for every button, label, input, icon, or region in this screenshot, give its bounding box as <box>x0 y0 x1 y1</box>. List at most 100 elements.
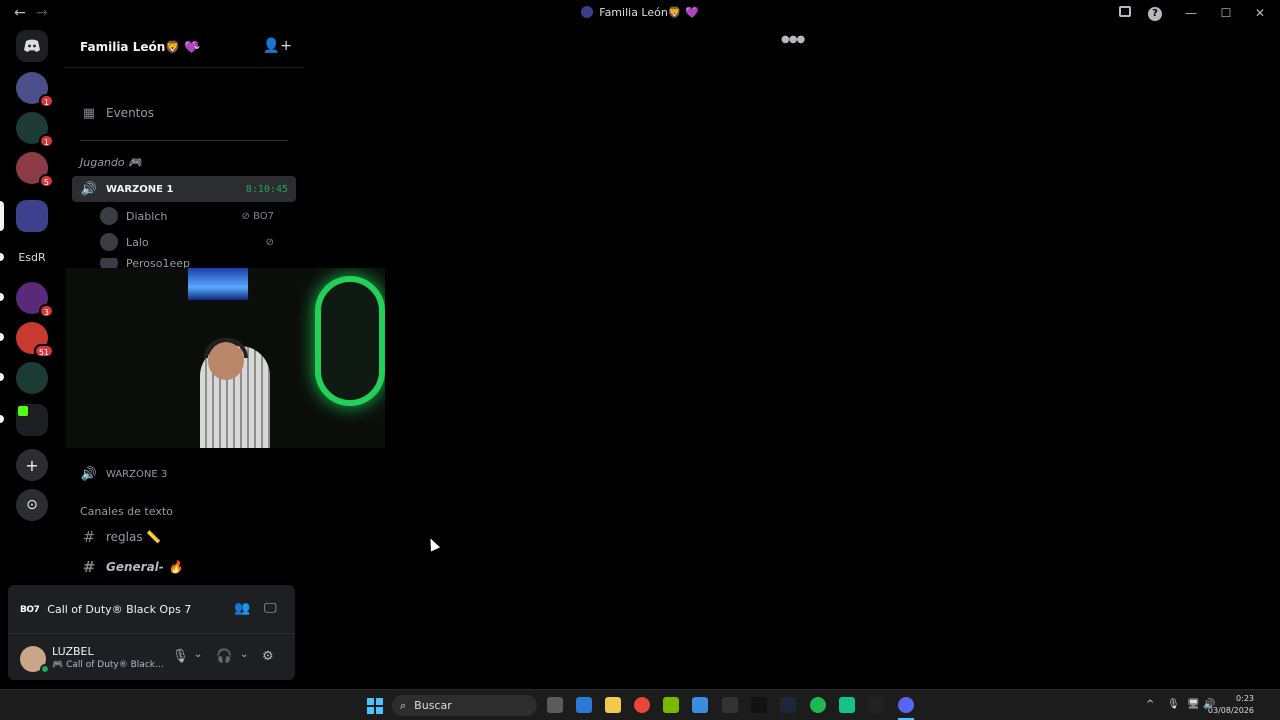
voice-timer: 8:10:45 <box>245 183 288 195</box>
discord-taskbar-icon[interactable] <box>898 697 914 713</box>
stream-green-light <box>315 276 385 406</box>
minimize-button[interactable]: — <box>1170 6 1212 20</box>
help-icon[interactable]: ? <box>1140 5 1170 21</box>
invite-to-game-icon[interactable]: 👥 <box>234 601 250 616</box>
channel-name: reglas 📏 <box>106 530 162 544</box>
app-icon[interactable] <box>722 697 738 713</box>
user-status: 🎮 Call of Duty® Black… <box>52 660 164 670</box>
close-button[interactable]: ✕ <box>1240 6 1280 20</box>
muted-icon: ⊘ <box>265 236 274 248</box>
server-icon-6[interactable] <box>16 362 48 394</box>
chrome-icon[interactable] <box>634 697 650 713</box>
voice-channel-warzone-1[interactable]: 🔊 WARZONE 1 8:10:45 <box>72 176 296 202</box>
loading-dots: ●●● <box>781 34 805 45</box>
game-logo: BO7 <box>20 604 40 615</box>
microphone-tray-icon[interactable]: 🎙 <box>1167 699 1180 710</box>
voice-member[interactable]: Diablch ⊘ BO7 <box>100 204 288 228</box>
channel-name: General- 🔥 <box>106 560 183 574</box>
user-row: LUZBEL 🎮 Call of Duty® Black… 🎙 ⌄ 🎧 ⌄ ⚙ <box>8 633 295 679</box>
server-icon-3[interactable]: 5 <box>16 152 54 188</box>
gear-icon[interactable]: ⚙ <box>262 649 274 664</box>
member-name: Lalo <box>126 235 149 249</box>
voice-channel-name: WARZONE 1 <box>106 183 174 195</box>
server-icon-5[interactable]: 51 <box>16 322 54 358</box>
unread-indicator <box>0 373 4 381</box>
member-name: Peroso1eep <box>126 258 190 268</box>
divider <box>80 140 288 141</box>
voice-channel-warzone-3[interactable]: 🔊 WARZONE 3 <box>72 461 296 487</box>
speaker-icon: 🔊 <box>80 466 98 482</box>
window-title-area: Familia León🦁 💜 <box>0 6 1280 19</box>
voice-member[interactable]: Lalo ⊘ <box>100 230 288 254</box>
server-esdr[interactable]: EsdR <box>16 241 48 273</box>
voice-member[interactable]: Peroso1eep <box>100 258 288 268</box>
activity-game-name: Call of Duty® Black Ops 7 <box>47 603 192 616</box>
chevron-down-icon[interactable]: ⌄ <box>240 649 248 660</box>
tiktok-icon[interactable] <box>751 697 767 713</box>
muted-icon: ⊘ BO7 <box>241 210 274 222</box>
server-name: Familia León🦁 💜 <box>80 40 200 54</box>
microphone-icon[interactable]: 🎙 <box>172 649 189 664</box>
chevron-down-icon: ⌄ <box>192 38 203 52</box>
search-icon: ⌕ <box>400 698 407 712</box>
headphones-icon[interactable]: 🎧 <box>216 649 232 664</box>
file-explorer-icon[interactable] <box>605 697 621 713</box>
events-item[interactable]: ▦ Eventos <box>72 100 296 126</box>
clock-time: 0:23 <box>1236 694 1254 703</box>
server-icon <box>581 6 594 18</box>
avatar <box>100 207 118 225</box>
unread-indicator <box>0 415 4 423</box>
text-channel-reglas[interactable]: # reglas 📏 <box>72 524 296 550</box>
maximize-button[interactable]: ☐ <box>1212 6 1240 20</box>
nvidia-icon[interactable] <box>663 697 679 713</box>
stream-preview[interactable] <box>66 268 385 448</box>
invite-people-icon[interactable]: 👤+ <box>263 38 292 54</box>
text-channel-general[interactable]: # General- 🔥 <box>72 554 296 580</box>
member-name: Diablch <box>126 209 168 223</box>
discord-home-button[interactable] <box>16 30 48 62</box>
server-icon-1[interactable]: 1 <box>16 72 54 108</box>
hash-icon: # <box>82 558 96 576</box>
app-icon[interactable] <box>839 697 855 713</box>
server-icon-games[interactable]: 3 <box>16 282 54 318</box>
calendar-icon: ▦ <box>82 105 96 121</box>
server-familia-leon[interactable] <box>16 200 48 232</box>
explore-icon[interactable]: ⊙ <box>16 489 48 521</box>
search-placeholder: Buscar <box>414 699 452 712</box>
network-icon[interactable]: 🖥 <box>1187 699 1200 710</box>
task-view-icon[interactable] <box>547 697 563 713</box>
folder-icon[interactable] <box>16 404 48 436</box>
add-server-icon[interactable]: + <box>16 449 48 481</box>
unread-indicator <box>0 253 4 261</box>
windows-start-icon[interactable] <box>367 698 383 714</box>
hash-icon: # <box>82 528 96 546</box>
clock-date: 03/08/2026 <box>1207 706 1254 715</box>
category-text-channels[interactable]: Canales de texto <box>80 505 173 518</box>
category-playing[interactable]: Jugando 🎮 <box>80 156 142 169</box>
server-header[interactable]: Familia León🦁 💜 ⌄ 👤+ <box>64 26 304 68</box>
mouse-cursor-icon <box>425 536 441 552</box>
store-icon[interactable] <box>576 697 592 713</box>
username[interactable]: LUZBEL <box>52 645 94 658</box>
stream-screen-icon[interactable]: 🖵 <box>264 601 277 616</box>
clock[interactable]: 0:23 03/08/2026 <box>1208 693 1254 717</box>
unread-indicator <box>0 293 4 301</box>
app-icon[interactable] <box>692 697 708 713</box>
inbox-icon[interactable] <box>1110 6 1140 20</box>
discord-logo-icon <box>24 39 40 52</box>
avatar <box>100 233 118 251</box>
steam-icon[interactable] <box>780 697 796 713</box>
events-label: Eventos <box>106 106 154 120</box>
avatar <box>100 258 118 268</box>
chevron-down-icon[interactable]: ⌄ <box>194 649 202 660</box>
spotify-icon[interactable] <box>810 697 826 713</box>
tray-chevron-icon[interactable]: ^ <box>1146 699 1154 710</box>
taskbar-search[interactable]: ⌕ Buscar <box>392 695 537 716</box>
title-bar: ← → Familia León🦁 💜 ? — ☐ ✕ <box>0 0 1280 26</box>
server-icon-2[interactable]: 1 <box>16 112 54 148</box>
selected-server-indicator <box>0 201 4 231</box>
app-icon[interactable] <box>868 697 884 713</box>
activity-game[interactable]: BO7 Call of Duty® Black Ops 7 <box>20 603 191 616</box>
speaker-icon: 🔊 <box>80 181 98 197</box>
window-title: Familia León🦁 💜 <box>599 6 699 19</box>
